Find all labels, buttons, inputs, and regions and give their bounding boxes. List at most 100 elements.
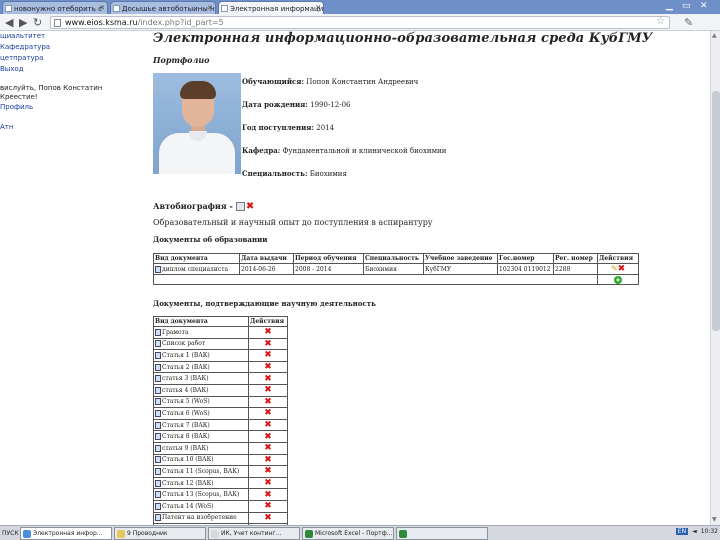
delete-icon[interactable]: ✖ — [264, 409, 272, 419]
document-cell[interactable]: Статья 14 (WoS) — [153, 499, 249, 513]
actions-cell: ✖ — [248, 337, 288, 351]
table-row: Статья 10 (ВАК) ✖ — [153, 453, 288, 467]
document-label: Статья 1 (ВАК) — [162, 351, 210, 359]
view-document-icon[interactable] — [235, 201, 245, 211]
taskbar: ПУСК Электронная инфор... 9 Проводник ИК… — [0, 525, 720, 540]
delete-icon[interactable]: ✖ — [264, 467, 272, 477]
delete-icon[interactable]: ✖ — [264, 490, 272, 500]
table-row: диплом специалиста 2014-06-26 2008 - 201… — [153, 263, 639, 275]
document-cell[interactable]: Статья 13 (Scopus, ВАК) — [153, 488, 249, 501]
document-icon — [155, 479, 161, 487]
table-row: Статья 6 (WoS) ✖ — [153, 407, 288, 420]
document-icon — [155, 328, 161, 336]
document-cell[interactable]: Статья 12 (ВАК) — [153, 476, 249, 490]
close-icon[interactable]: ✕ — [207, 4, 213, 12]
wrench-icon[interactable]: ✎ — [684, 16, 693, 29]
add-icon[interactable]: + — [614, 275, 622, 284]
delete-icon[interactable]: ✖ — [264, 420, 272, 430]
taskbar-item[interactable]: ИК, Учет континг... — [208, 526, 300, 540]
browser-tab[interactable]: новонужно отеборить с ✕ — [2, 1, 108, 14]
delete-icon[interactable]: ✖ — [264, 397, 272, 407]
help-link[interactable]: Атн — [0, 122, 140, 133]
document-cell[interactable]: Статья 5 (WoS) — [153, 395, 249, 409]
minimize-icon[interactable]: ▁ — [666, 1, 673, 11]
table-row: статья 4 (ВАК) ✖ — [153, 383, 288, 397]
address-toolbar: ◀ ▶ ↻ www.eios.ksma.ru/index.php?id_part… — [0, 14, 720, 31]
delete-icon[interactable]: ✖ — [264, 501, 272, 511]
document-label: Статья 10 (ВАК) — [162, 456, 214, 464]
delete-icon[interactable]: ✖ — [264, 455, 272, 465]
document-cell[interactable]: статья 9 (ВАК) — [153, 441, 249, 455]
delete-icon[interactable]: ✖ — [264, 478, 272, 488]
document-cell[interactable]: Статья 6 (WoS) — [153, 407, 249, 420]
delete-icon[interactable]: ✖ — [246, 201, 254, 211]
browser-tab[interactable]: Досышье автоботыины ни ✕ — [110, 1, 216, 14]
bookmark-star-icon[interactable]: ☆ — [656, 16, 665, 27]
document-cell[interactable]: статья 3 (ВАК) — [153, 372, 249, 385]
sidebar-item[interactable]: Кафедратура — [0, 42, 140, 53]
delete-icon[interactable]: ✖ — [264, 443, 272, 453]
taskbar-item[interactable]: Электронная инфор... — [20, 526, 112, 540]
document-icon — [155, 421, 161, 429]
actions-cell: ✖ — [248, 407, 288, 420]
edit-icon[interactable]: ✎ — [611, 265, 618, 274]
document-icon — [155, 375, 161, 383]
document-cell[interactable]: Грамота — [153, 326, 249, 339]
document-label: Статья 7 (ВАК) — [162, 421, 210, 429]
delete-icon[interactable]: ✖ — [264, 374, 272, 384]
close-icon[interactable]: ✕ — [315, 4, 321, 12]
browser-tab-active[interactable]: Электронная информацио ✕ — [218, 1, 324, 14]
speaker-icon[interactable]: ◄ — [692, 528, 697, 535]
delete-icon[interactable]: ✖ — [264, 362, 272, 372]
document-cell[interactable]: Статья 11 (Scopus, ВАК) — [153, 465, 249, 478]
column-header: Рег. номер — [553, 253, 598, 264]
clock[interactable]: 10:32 — [701, 528, 718, 535]
delete-icon[interactable]: ✖ — [264, 513, 272, 523]
sidebar-item[interactable]: щиальтитет — [0, 31, 140, 42]
document-cell[interactable]: статья 4 (ВАК) — [153, 383, 249, 397]
taskbar-item[interactable]: 9 Проводник — [114, 526, 206, 540]
delete-icon[interactable]: ✖ — [264, 432, 272, 442]
department-field: Кафедра: Фундаментальной и клинической б… — [242, 146, 447, 155]
document-cell[interactable]: Статья 10 (ВАК) — [153, 453, 249, 467]
birth-field: Дата рождения: 1990-12-06 — [242, 100, 351, 109]
delete-icon[interactable]: ✖ — [618, 265, 626, 274]
excel-icon — [305, 529, 313, 538]
scrollbar-thumb[interactable] — [712, 91, 720, 331]
forward-icon[interactable]: ▶ — [19, 16, 27, 29]
document-cell[interactable]: Статья 1 (ВАК) — [153, 349, 249, 362]
document-cell[interactable]: Патент на изобретение — [153, 511, 249, 525]
document-cell[interactable]: Список работ — [153, 337, 249, 351]
scroll-up-icon[interactable]: ▲ — [712, 32, 717, 39]
delete-icon[interactable]: ✖ — [264, 351, 272, 361]
documents-table: Вид документа Действия Грамота ✖ Список ра… — [153, 316, 288, 525]
delete-icon[interactable]: ✖ — [264, 327, 272, 337]
document-cell[interactable]: Статья 8 (ВАК) — [153, 430, 249, 443]
taskbar-item[interactable] — [396, 526, 488, 540]
delete-icon[interactable]: ✖ — [264, 339, 272, 349]
sidebar-item-logout[interactable]: Выход — [0, 64, 140, 75]
document-cell[interactable]: Статья 7 (ВАК) — [153, 418, 249, 432]
maximize-icon[interactable]: ▭ — [682, 1, 691, 11]
actions-cell: ✖ — [248, 476, 288, 490]
document-icon — [155, 502, 161, 510]
url-field[interactable]: www.eios.ksma.ru/index.php?id_part=5 ☆ — [50, 16, 670, 29]
start-button[interactable]: ПУСК — [0, 530, 20, 537]
scroll-down-icon[interactable]: ▼ — [712, 516, 717, 523]
taskbar-item[interactable]: Microsoft Excel - Портф... — [302, 526, 394, 540]
profile-link[interactable]: Профиль — [0, 102, 140, 113]
delete-icon[interactable]: ✖ — [264, 385, 272, 395]
sidebar-item[interactable]: цетпратура — [0, 53, 140, 64]
window-close-icon[interactable]: ✕ — [700, 1, 708, 11]
document-label: статья 3 (ВАК) — [162, 375, 209, 383]
language-indicator[interactable]: EN — [675, 528, 689, 535]
actions-cell: ✖ — [248, 511, 288, 525]
table-cell[interactable]: диплом специалиста — [153, 263, 240, 275]
profile-card: Обучающийся: Попов Константин Андреевич … — [153, 69, 703, 193]
close-icon[interactable]: ✕ — [99, 4, 105, 12]
actions-cell: ✖ — [248, 349, 288, 362]
document-cell[interactable]: Статья 2 (ВАК) — [153, 360, 249, 374]
back-icon[interactable]: ◀ — [5, 16, 13, 29]
reload-icon[interactable]: ↻ — [33, 16, 42, 29]
vertical-scrollbar[interactable]: ▲ ▼ — [710, 31, 720, 525]
